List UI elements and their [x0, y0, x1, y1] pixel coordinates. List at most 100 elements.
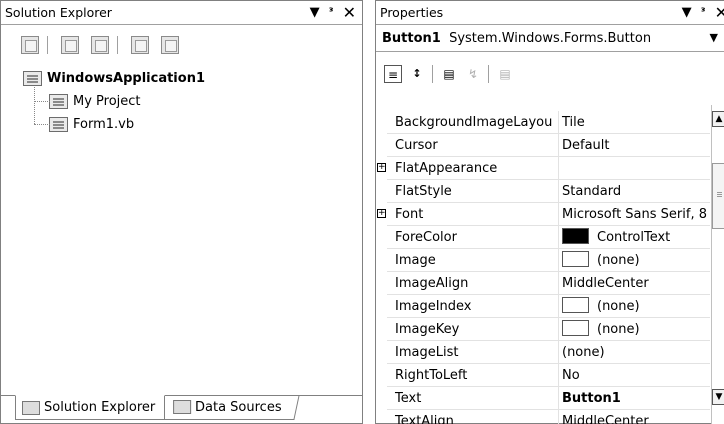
project-label: WindowsApplication1 — [47, 70, 205, 86]
toolbar-separator — [488, 65, 489, 83]
property-value-text: ControlText — [597, 230, 671, 245]
properties-toolbar: ≡ ↕ ▤ ↯ ▤ — [376, 53, 724, 95]
property-row[interactable]: ImageKey (none) — [376, 318, 710, 341]
properties-icon[interactable] — [21, 36, 39, 54]
property-name: TextAlign — [387, 410, 558, 424]
property-value[interactable]: (none) — [558, 249, 710, 272]
tab-data-sources[interactable]: Data Sources — [164, 395, 300, 420]
property-value[interactable]: MiddleCenter — [558, 410, 710, 424]
property-row[interactable]: FlatStyle Standard — [376, 180, 710, 203]
tree-item-form1[interactable]: Form1.vb — [49, 114, 134, 134]
property-name: ForeColor — [387, 226, 558, 249]
property-name: ImageList — [387, 341, 558, 364]
property-name: Text — [387, 387, 558, 410]
solution-explorer-tab-icon — [22, 400, 40, 415]
expand-icon[interactable]: + — [377, 209, 386, 218]
show-all-files-icon[interactable] — [61, 36, 79, 54]
property-row[interactable]: + Font Microsoft Sans Serif, 8 — [376, 203, 710, 226]
toolbar-separator — [117, 36, 118, 54]
properties-titlebar: Properties ▼ ᵌ ✕ — [376, 1, 724, 25]
property-value-text: MiddleCenter — [562, 414, 649, 424]
property-name: ImageKey — [387, 318, 558, 341]
property-row[interactable]: + FlatAppearance — [376, 157, 710, 180]
property-row[interactable]: ForeColor ControlText — [376, 226, 710, 249]
property-row[interactable]: Image (none) — [376, 249, 710, 272]
property-name: Font — [387, 203, 558, 226]
property-value[interactable]: (none) — [558, 341, 710, 364]
property-value[interactable]: Tile — [558, 111, 710, 134]
tree-connector — [34, 101, 50, 102]
categorized-icon[interactable]: ≡ — [384, 65, 402, 83]
object-selector[interactable]: Button1 System.Windows.Forms.Button ▼ — [376, 26, 724, 52]
tree-item-project[interactable]: WindowsApplication1 — [23, 68, 205, 88]
object-selector-text: Button1 System.Windows.Forms.Button — [382, 31, 651, 46]
property-value[interactable]: ControlText — [558, 226, 710, 249]
tree-item-label: My Project — [73, 93, 141, 109]
property-value[interactable] — [558, 157, 710, 180]
object-type: System.Windows.Forms.Button — [449, 31, 652, 46]
expand-icon[interactable]: + — [377, 163, 386, 172]
property-row[interactable]: ImageAlign MiddleCenter — [376, 272, 710, 295]
property-value[interactable]: MiddleCenter — [558, 272, 710, 295]
solution-explorer-tabstrip: Solution Explorer Data Sources — [1, 395, 362, 423]
property-row[interactable]: ImageList (none) — [376, 341, 710, 364]
solution-explorer-title: Solution Explorer — [5, 5, 112, 20]
property-value-text: (none) — [597, 253, 640, 268]
property-row[interactable]: RightToLeft No — [376, 364, 710, 387]
property-row[interactable]: TextAlign MiddleCenter — [376, 410, 710, 424]
property-value-text: Microsoft Sans Serif, 8 — [562, 207, 707, 222]
color-swatch — [562, 320, 589, 336]
color-swatch — [562, 297, 589, 313]
property-value-text: Button1 — [562, 391, 621, 406]
property-value[interactable]: (none) — [558, 295, 710, 318]
property-value-text: (none) — [562, 345, 605, 360]
properties-view-icon[interactable]: ▤ — [440, 65, 458, 83]
properties-title: Properties — [380, 5, 444, 20]
tab-label: Solution Explorer — [44, 400, 156, 415]
property-value[interactable]: Standard — [558, 180, 710, 203]
dropdown-arrow-icon[interactable]: ▼ — [310, 4, 320, 22]
close-icon[interactable]: ✕ — [343, 4, 356, 22]
property-value[interactable]: (none) — [558, 318, 710, 341]
property-name: ImageIndex — [387, 295, 558, 318]
property-name: FlatStyle — [387, 180, 558, 203]
events-lightning-icon[interactable]: ↯ — [464, 65, 482, 83]
scroll-down-icon[interactable]: ▼ — [712, 389, 724, 405]
property-name: ImageAlign — [387, 272, 558, 295]
tree-item-label: Form1.vb — [73, 116, 135, 132]
color-swatch — [562, 251, 589, 267]
property-name: FlatAppearance — [387, 157, 558, 180]
tab-solution-explorer[interactable]: Solution Explorer — [15, 395, 165, 420]
property-name: Image — [387, 249, 558, 272]
pin-icon[interactable]: ᵌ — [701, 4, 706, 22]
property-grid-scrollbar[interactable]: ▲ ▼ — [711, 105, 724, 424]
scroll-up-icon[interactable]: ▲ — [712, 111, 724, 127]
property-row[interactable]: Text Button1 — [376, 387, 710, 410]
properties-panel: Properties ▼ ᵌ ✕ Button1 System.Windows.… — [375, 0, 724, 424]
property-pages-icon[interactable]: ▤ — [496, 65, 514, 83]
property-name: RightToLeft — [387, 364, 558, 387]
solution-explorer-titlebar: Solution Explorer ▼ ᵌ ✕ — [1, 1, 362, 25]
property-row[interactable]: ImageIndex (none) — [376, 295, 710, 318]
property-value-text: Tile — [562, 115, 585, 130]
property-row[interactable]: BackgroundImageLayou Tile — [376, 111, 710, 134]
property-value-text: (none) — [597, 322, 640, 337]
property-value[interactable]: No — [558, 364, 710, 387]
color-swatch — [562, 228, 589, 244]
property-value-text: MiddleCenter — [562, 276, 649, 291]
property-row[interactable]: Cursor Default — [376, 134, 710, 157]
close-icon[interactable]: ✕ — [715, 4, 724, 22]
refresh-icon[interactable] — [91, 36, 109, 54]
view-designer-icon[interactable] — [161, 36, 179, 54]
scrollbar-thumb[interactable] — [712, 163, 724, 229]
property-value-text: Standard — [562, 184, 622, 199]
property-value[interactable]: Microsoft Sans Serif, 8 — [558, 203, 710, 226]
chevron-down-icon[interactable]: ▼ — [710, 31, 718, 44]
property-value[interactable]: Default — [558, 134, 710, 157]
pin-icon[interactable]: ᵌ — [329, 4, 334, 22]
property-value[interactable]: Button1 — [558, 387, 710, 410]
dropdown-arrow-icon[interactable]: ▼ — [682, 4, 692, 22]
view-code-icon[interactable] — [131, 36, 149, 54]
alphabetical-icon[interactable]: ↕ — [408, 65, 426, 83]
tree-item-my-project[interactable]: My Project — [49, 91, 141, 111]
